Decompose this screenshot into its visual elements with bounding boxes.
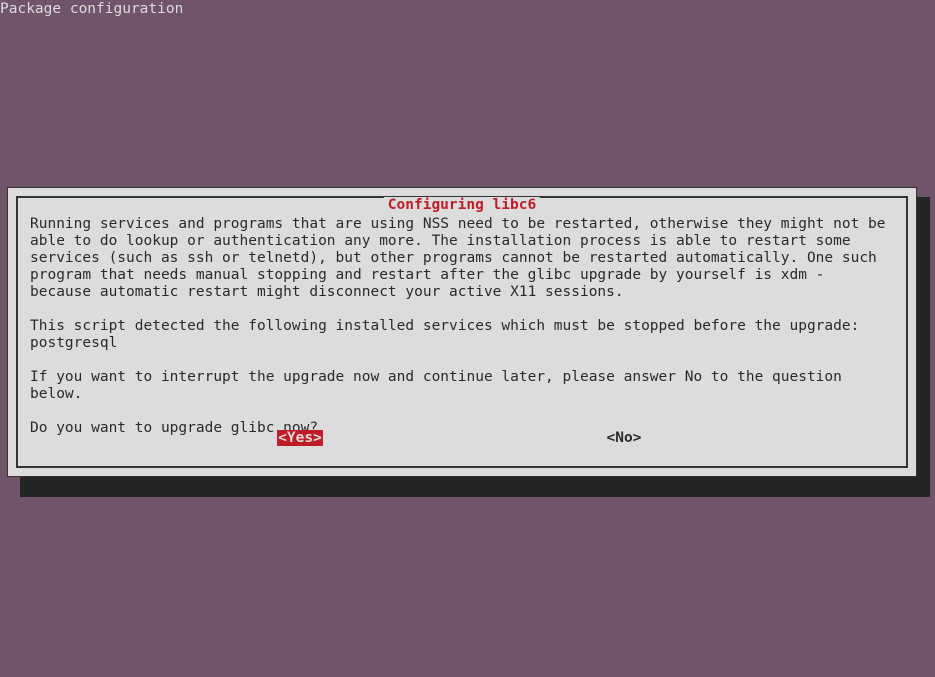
yes-button-container: <Yes> [8, 430, 462, 446]
dialog-paragraph-3: If you want to interrupt the upgrade now… [30, 369, 894, 403]
no-button[interactable]: <No> [607, 430, 642, 446]
page-header: Package configuration [0, 0, 935, 17]
dialog-box: Configuring libc6 Running services and p… [7, 187, 917, 477]
dialog-paragraph-2: This script detected the following insta… [30, 318, 894, 352]
dialog-paragraph-1: Running services and programs that are u… [30, 216, 894, 301]
header-title: Package configuration [0, 1, 183, 17]
dialog-content: Running services and programs that are u… [30, 216, 894, 437]
dialog-title: Configuring libc6 [384, 197, 540, 213]
yes-button[interactable]: <Yes> [277, 430, 323, 446]
button-row: <Yes> <No> [8, 430, 916, 446]
no-button-container: <No> [462, 430, 916, 446]
